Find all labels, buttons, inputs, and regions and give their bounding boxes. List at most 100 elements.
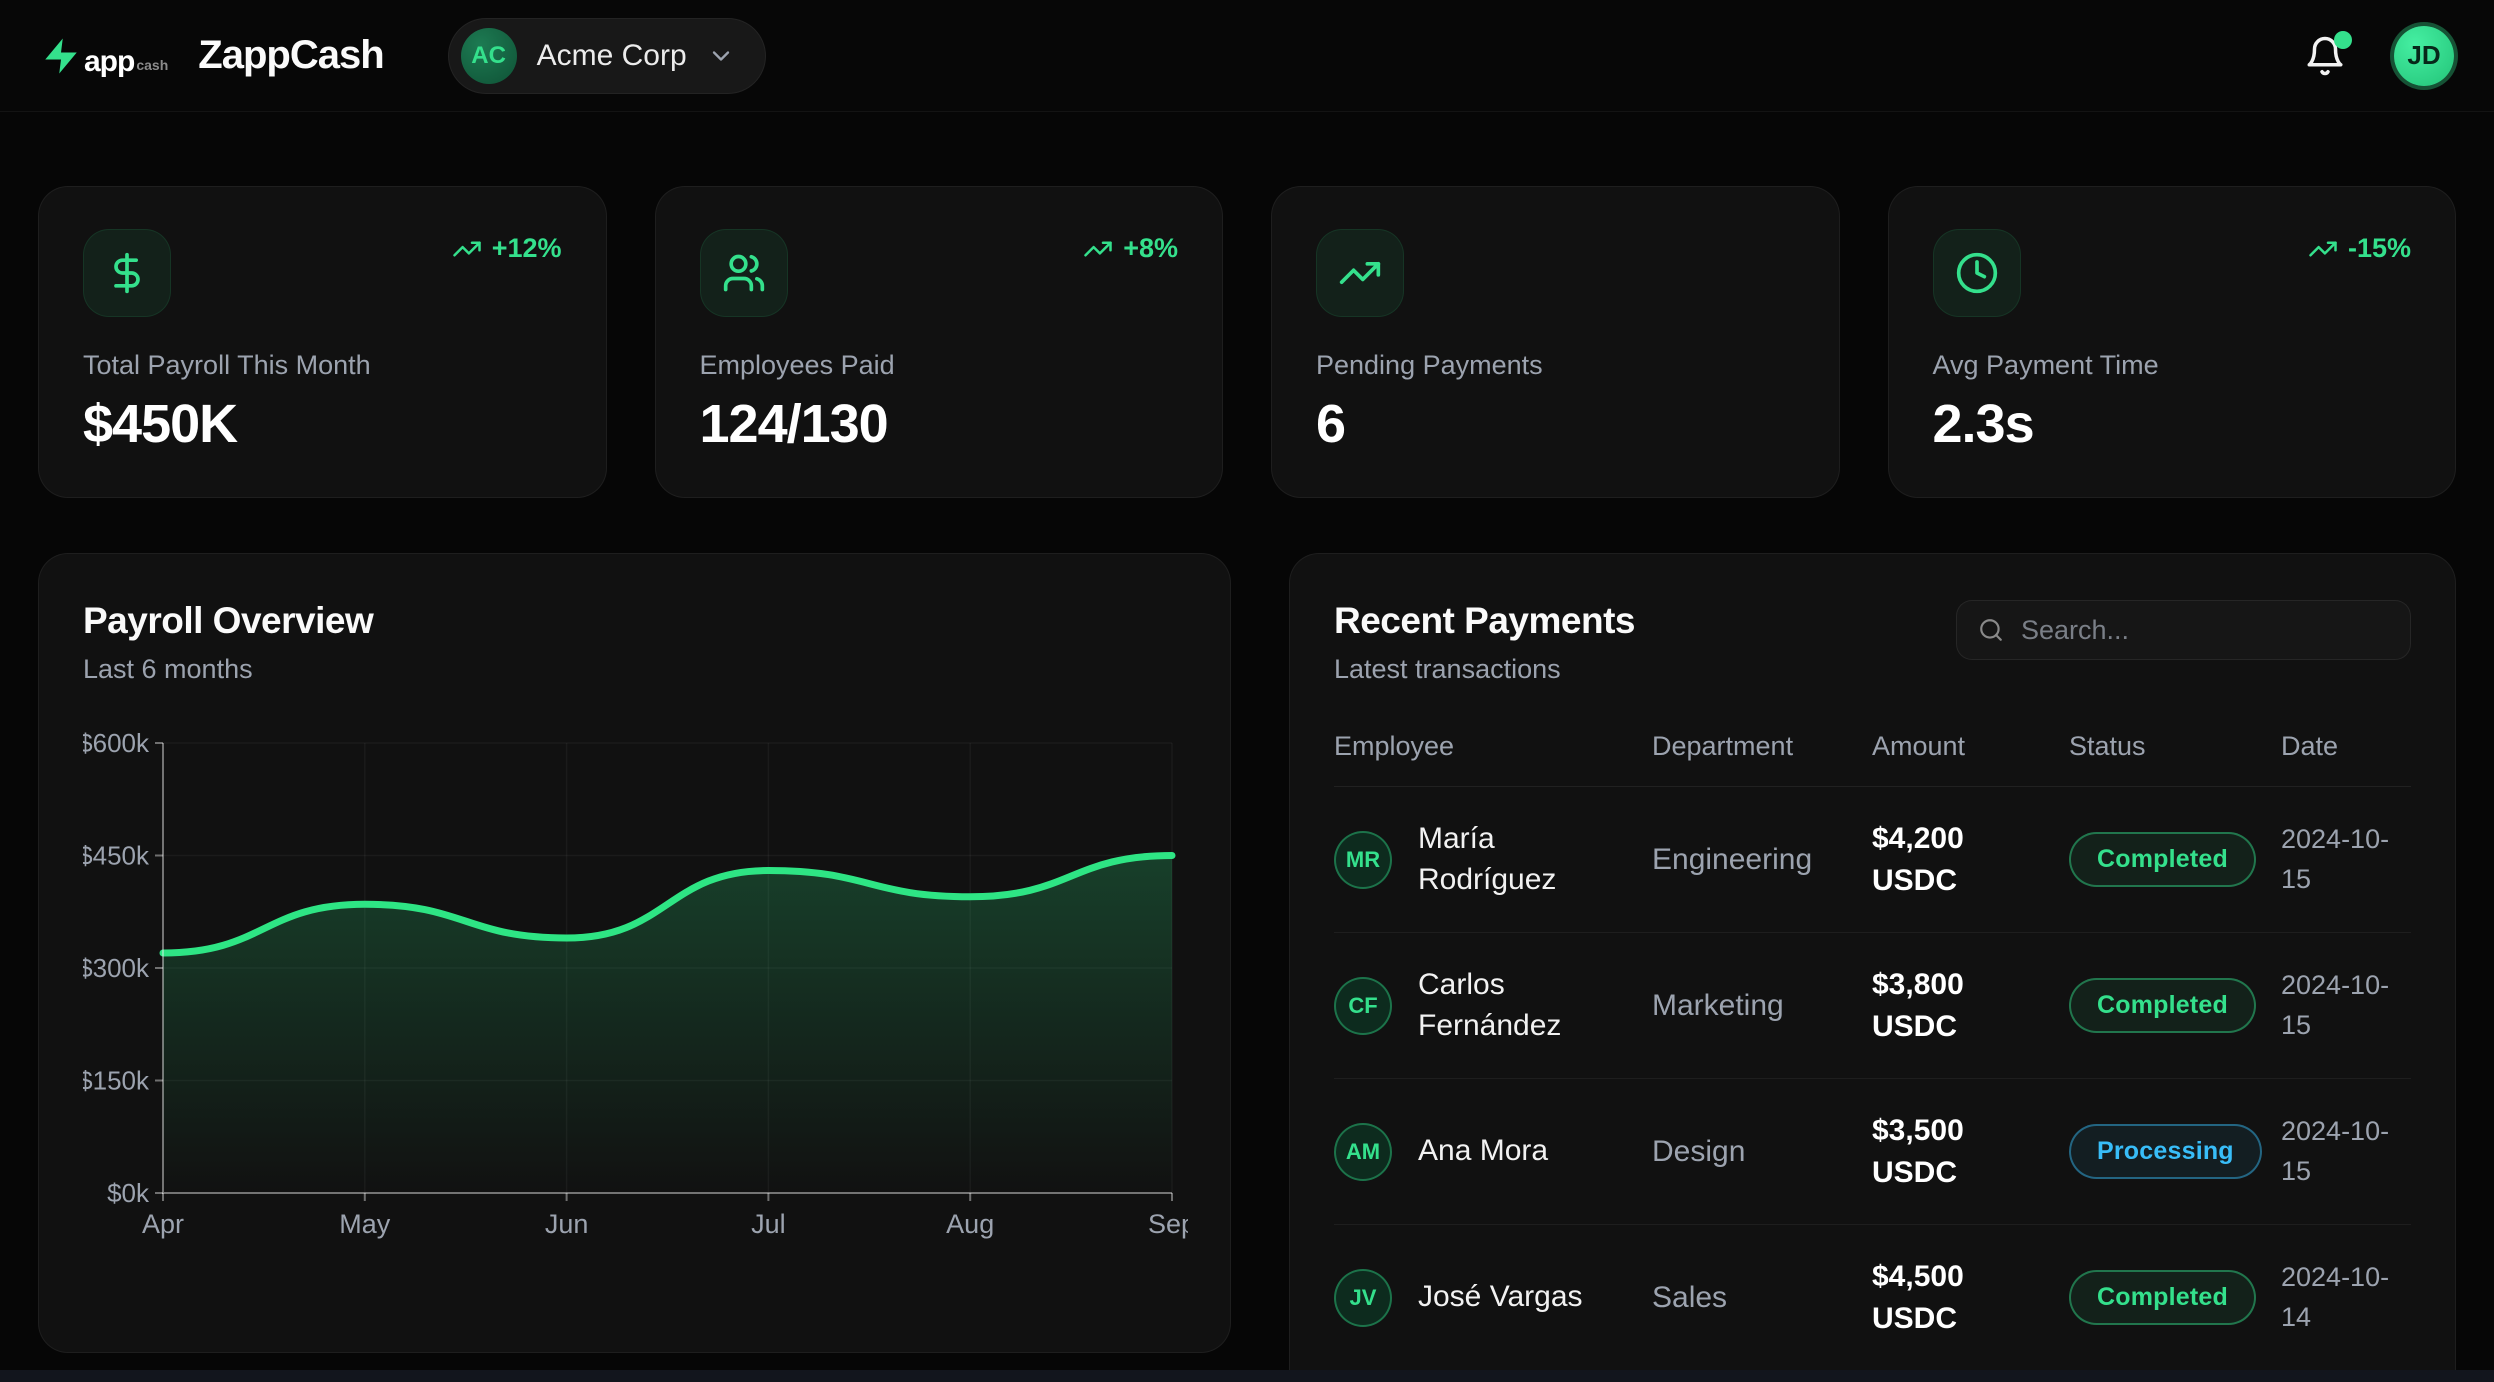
department-value: Marketing <box>1652 989 1872 1023</box>
trend-badge: +12% <box>452 233 562 264</box>
svg-text:Aug: Aug <box>946 1209 994 1239</box>
svg-text:$300k: $300k <box>83 953 150 983</box>
clock-icon <box>1933 229 2021 317</box>
stat-label: Avg Payment Time <box>1933 350 2412 381</box>
date-value: 2024-10-15 <box>2281 1112 2401 1190</box>
dollar-icon <box>83 229 171 317</box>
users-icon <box>700 229 788 317</box>
svg-text:Jun: Jun <box>545 1209 589 1239</box>
employee-name: María Rodríguez <box>1418 819 1618 900</box>
svg-text:$0k: $0k <box>107 1178 150 1208</box>
employee-name: Carlos Fernández <box>1418 965 1618 1046</box>
header-actions: JD <box>2304 26 2454 86</box>
department-value: Design <box>1652 1135 1872 1169</box>
amount-value: $4,200 USDC <box>1872 818 2069 902</box>
trending-up-icon <box>1083 234 1113 264</box>
payroll-area-chart: $0k $150k $300k $450k $600k Apr May Jun Jul Aug Se… <box>83 725 1186 1250</box>
employee-name: José Vargas <box>1418 1277 1583 1318</box>
search-box <box>1956 600 2411 660</box>
table-row[interactable]: JV José Vargas Sales $4,500 USDC Complet… <box>1334 1225 2411 1371</box>
date-value: 2024-10-14 <box>2281 1258 2401 1336</box>
payroll-overview-card: Payroll Overview Last 6 months $0k$150k$… <box>38 553 1231 1353</box>
employee-name: Ana Mora <box>1418 1131 1548 1172</box>
app-logo: app cash <box>40 35 168 77</box>
date-value: 2024-10-15 <box>2281 820 2401 898</box>
svg-text:$450k: $450k <box>83 841 150 871</box>
employee-avatar: JV <box>1334 1269 1392 1327</box>
amount-value: $4,500 USDC <box>1872 1256 2069 1340</box>
payments-subtitle: Latest transactions <box>1334 654 1635 685</box>
notification-dot <box>2334 31 2352 49</box>
stat-label: Total Payroll This Month <box>83 350 562 381</box>
trending-up-icon <box>2308 234 2338 264</box>
column-header-employee: Employee <box>1334 731 1652 762</box>
zap-icon <box>40 35 82 77</box>
trend-value: +8% <box>1123 233 1178 264</box>
column-header-department: Department <box>1652 731 1872 762</box>
main-content: +12% Total Payroll This Month $450K +8% … <box>0 112 2494 1382</box>
employee-avatar: AM <box>1334 1123 1392 1181</box>
table-row[interactable]: CF Carlos Fernández Marketing $3,800 USD… <box>1334 933 2411 1079</box>
stat-card-avg-payment-time: -15% Avg Payment Time 2.3s <box>1888 186 2457 498</box>
table-header-row: Employee Department Amount Status Date <box>1334 731 2411 787</box>
notifications-button[interactable] <box>2304 35 2346 77</box>
status-badge: Completed <box>2069 978 2256 1033</box>
stat-value: 124/130 <box>700 393 1179 455</box>
column-header-amount: Amount <box>1872 731 2069 762</box>
svg-text:Jul: Jul <box>751 1209 786 1239</box>
recent-payments-card: Recent Payments Latest transactions Empl… <box>1289 553 2456 1382</box>
logo-text-sub: cash <box>136 54 168 76</box>
top-header: app cash ZappCash AC Acme Corp JD <box>0 0 2494 112</box>
department-value: Engineering <box>1652 843 1872 877</box>
trending-up-icon <box>1316 229 1404 317</box>
search-icon <box>1978 617 2004 643</box>
stat-label: Pending Payments <box>1316 350 1795 381</box>
date-value: 2024-10-15 <box>2281 966 2401 1044</box>
company-avatar: AC <box>461 28 517 84</box>
page-title: ZappCash <box>198 33 383 78</box>
trend-badge: +8% <box>1083 233 1178 264</box>
amount-value: $3,800 USDC <box>1872 964 2069 1048</box>
svg-text:Apr: Apr <box>142 1209 184 1239</box>
company-selector[interactable]: AC Acme Corp <box>448 18 766 94</box>
column-header-date: Date <box>2281 731 2411 762</box>
stat-card-pending-payments: Pending Payments 6 <box>1271 186 1840 498</box>
svg-text:May: May <box>339 1209 391 1239</box>
trend-badge: -15% <box>2308 233 2411 264</box>
area-chart-svg: $0k $150k $300k $450k $600k Apr May Jun Jul Aug Se… <box>83 725 1188 1245</box>
status-badge: Completed <box>2069 832 2256 887</box>
trend-value: -15% <box>2348 233 2411 264</box>
status-badge: Processing <box>2069 1124 2262 1179</box>
chart-subtitle: Last 6 months <box>83 654 1186 685</box>
payments-table: Employee Department Amount Status Date M… <box>1334 731 2411 1371</box>
svg-text:Sep: Sep <box>1148 1209 1188 1239</box>
search-input[interactable] <box>1956 600 2411 660</box>
user-avatar[interactable]: JD <box>2394 26 2454 86</box>
amount-value: $3,500 USDC <box>1872 1110 2069 1194</box>
stat-card-employees-paid: +8% Employees Paid 124/130 <box>655 186 1224 498</box>
table-row[interactable]: MR María Rodríguez Engineering $4,200 US… <box>1334 787 2411 933</box>
trending-up-icon <box>452 234 482 264</box>
status-badge: Completed <box>2069 1270 2256 1325</box>
chevron-down-icon <box>707 42 735 70</box>
employee-avatar: MR <box>1334 831 1392 889</box>
stat-value: 2.3s <box>1933 393 2412 455</box>
chart-title: Payroll Overview <box>83 600 1186 642</box>
svg-text:$600k: $600k <box>83 728 150 758</box>
department-value: Sales <box>1652 1281 1872 1315</box>
stat-card-total-payroll: +12% Total Payroll This Month $450K <box>38 186 607 498</box>
brand: app cash ZappCash <box>40 33 384 78</box>
employee-avatar: CF <box>1334 977 1392 1035</box>
trend-value: +12% <box>492 233 562 264</box>
payments-title: Recent Payments <box>1334 600 1635 642</box>
stat-label: Employees Paid <box>700 350 1179 381</box>
column-header-status: Status <box>2069 731 2281 762</box>
svg-text:$150k: $150k <box>83 1066 150 1096</box>
table-row[interactable]: AM Ana Mora Design $3,500 USDC Processin… <box>1334 1079 2411 1225</box>
stat-value: $450K <box>83 393 562 455</box>
company-name: Acme Corp <box>537 39 687 73</box>
logo-text-main: app <box>84 47 134 77</box>
stats-row: +12% Total Payroll This Month $450K +8% … <box>38 186 2456 498</box>
bottom-edge-strip <box>0 1370 2494 1382</box>
stat-value: 6 <box>1316 393 1795 455</box>
